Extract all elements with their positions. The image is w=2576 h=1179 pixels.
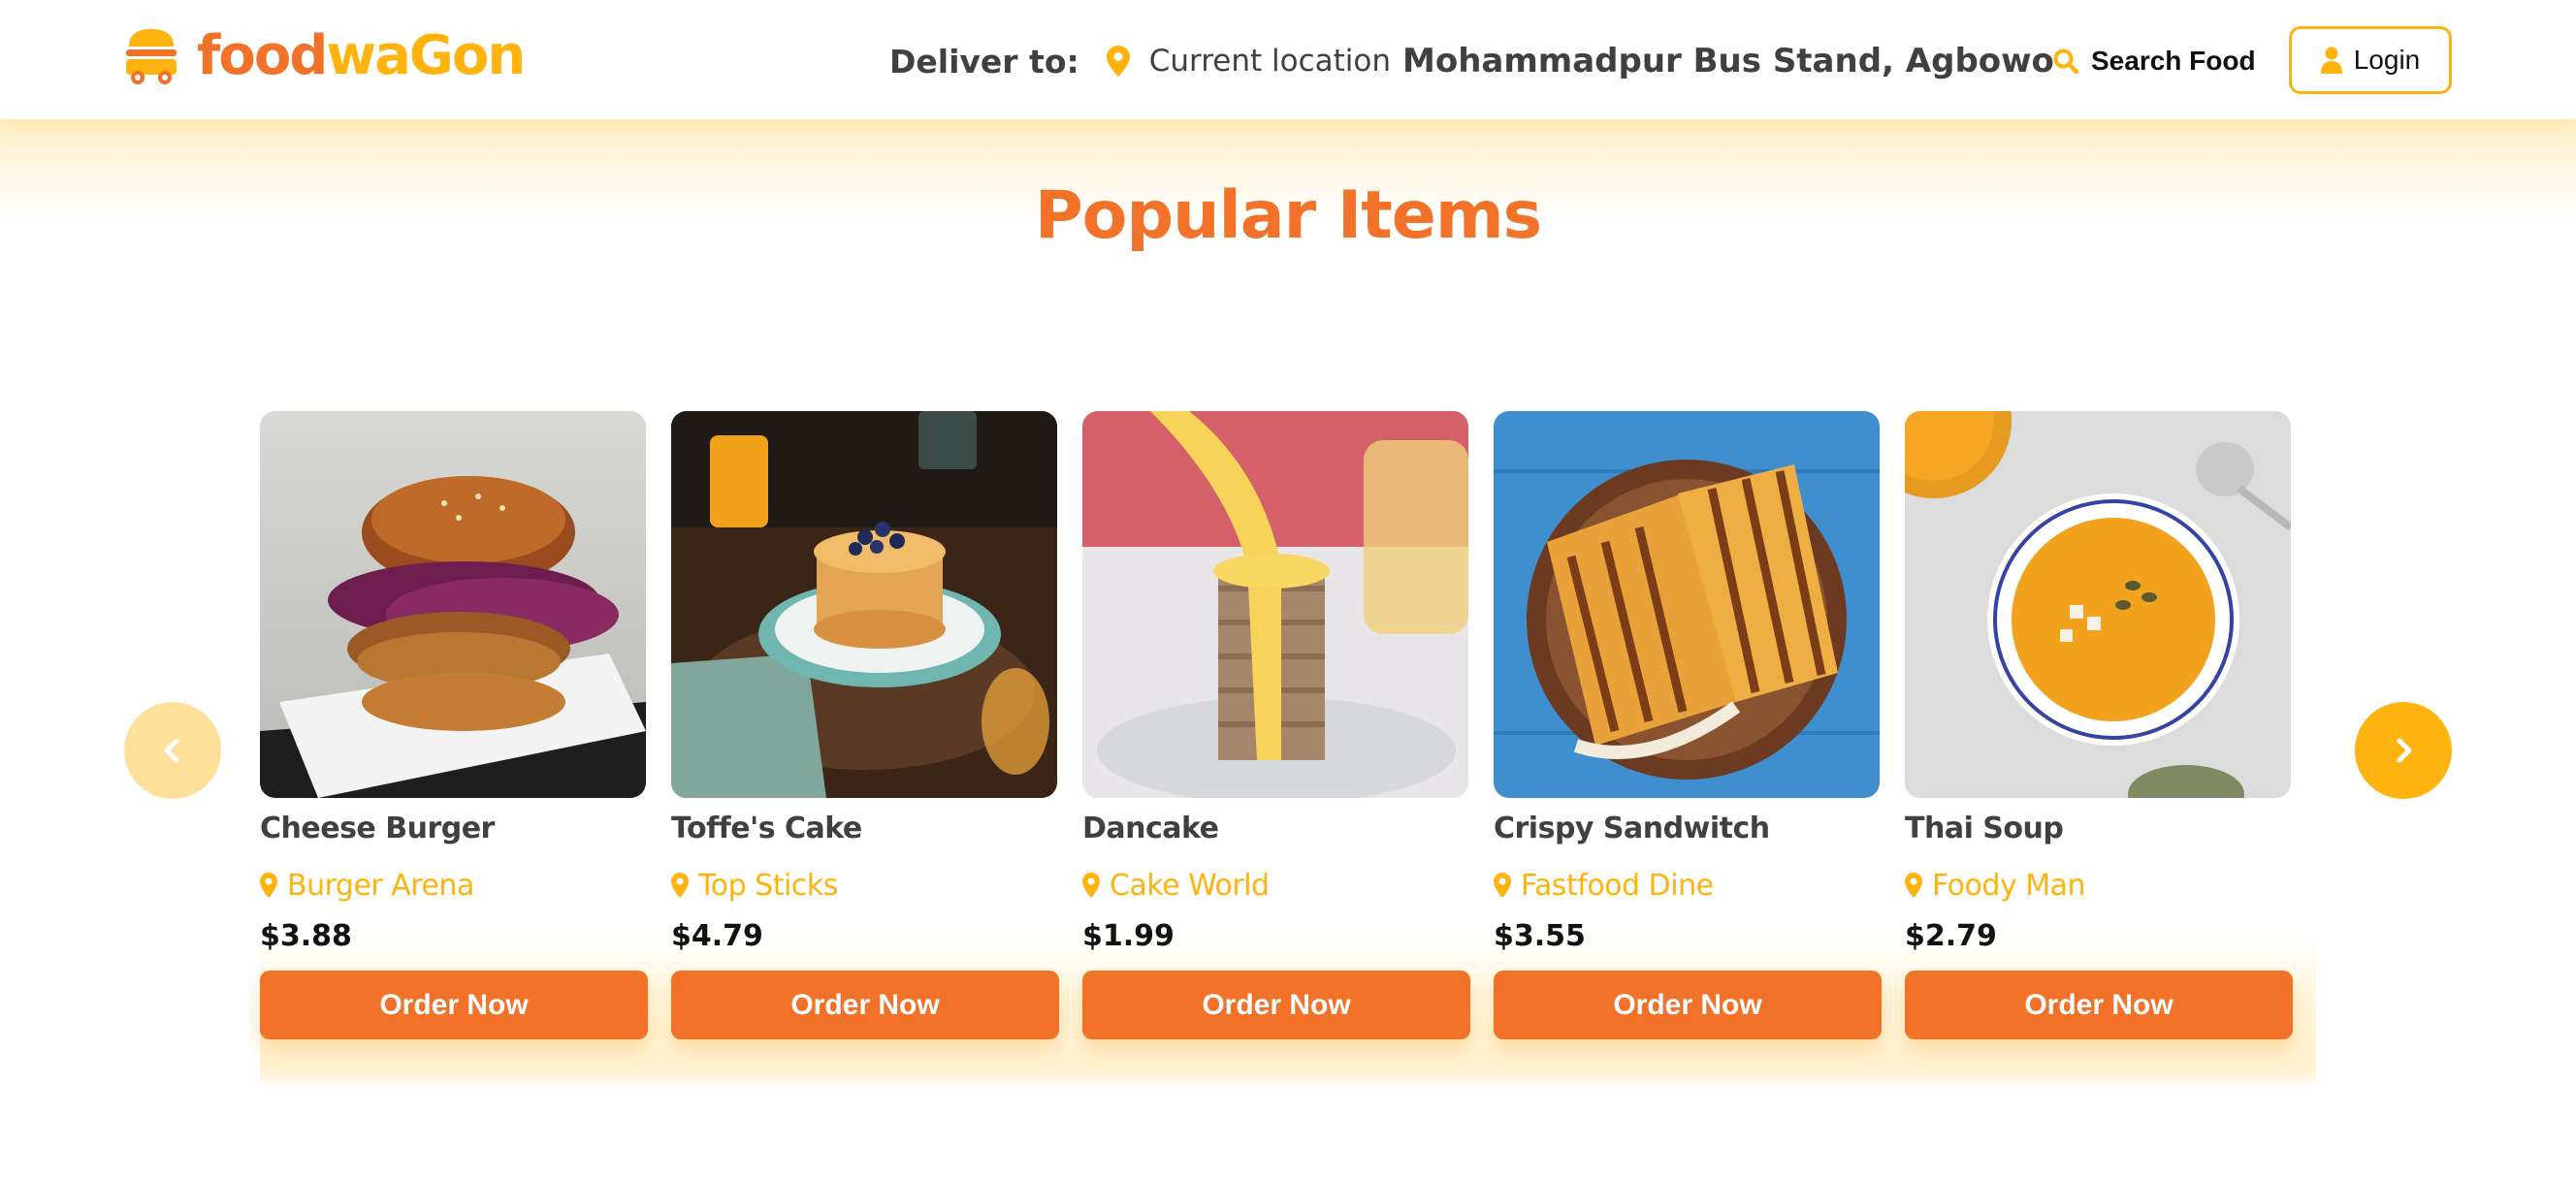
login-label: Login <box>2353 45 2421 75</box>
order-now-button[interactable]: Order Now <box>1082 971 1470 1039</box>
deliver-to-label: Deliver to: <box>889 42 1079 80</box>
brand-logo[interactable]: foodwaGon <box>123 25 526 87</box>
location-pin-icon <box>1494 873 1511 898</box>
order-now-label: Order Now <box>790 988 940 1021</box>
delivery-location: Deliver to: Current location Mohammadpur… <box>889 37 2054 85</box>
food-name: Cheese Burger <box>260 812 495 845</box>
food-price: $2.79 <box>1905 919 1997 953</box>
food-price: $3.55 <box>1494 919 1586 953</box>
search-food-button[interactable]: Search Food <box>2052 39 2256 83</box>
brand-name-part1: food <box>197 24 328 87</box>
order-now-label: Order Now <box>1613 988 1762 1021</box>
location-pin-icon <box>1905 873 1922 898</box>
food-price: $4.79 <box>671 919 763 953</box>
current-location-link[interactable]: Current location <box>1149 44 1391 79</box>
food-name: Dancake <box>1082 812 1219 845</box>
food-truck-icon <box>126 29 177 84</box>
restaurant-link[interactable]: Fastfood Dine <box>1494 866 1882 905</box>
order-now-button[interactable]: Order Now <box>671 971 1059 1039</box>
page-title: Popular Items <box>1034 177 1542 254</box>
food-image-dancake[interactable] <box>1082 411 1468 798</box>
food-price: $1.99 <box>1082 919 1175 953</box>
food-card: Crispy Sandwitch Fastfood Dine $3.55 Ord… <box>1494 411 1882 1039</box>
food-image-crispy-sandwitch[interactable] <box>1494 411 1880 798</box>
order-now-button[interactable]: Order Now <box>1905 971 2293 1039</box>
restaurant-name: Fastfood Dine <box>1521 868 1714 903</box>
order-now-button[interactable]: Order Now <box>260 971 648 1039</box>
food-price: $3.88 <box>260 919 352 953</box>
restaurant-name: Top Sticks <box>698 868 838 903</box>
delivery-address: Mohammadpur Bus Stand, Agbowo <box>1402 42 2054 80</box>
search-food-label: Search Food <box>2091 46 2256 76</box>
dancake-photo <box>1082 411 1468 798</box>
restaurant-link[interactable]: Top Sticks <box>671 866 1059 905</box>
order-now-label: Order Now <box>2024 988 2174 1021</box>
food-card: Toffe's Cake Top Sticks $4.79 Order Now <box>671 411 1059 1039</box>
login-button[interactable]: Login <box>2289 26 2452 94</box>
food-image-toffes-cake[interactable] <box>671 411 1057 798</box>
food-card: Cheese Burger Burger Arena $3.88 Order N… <box>260 411 648 1039</box>
chevron-right-icon <box>2397 738 2412 763</box>
restaurant-name: Cake World <box>1110 868 1270 903</box>
brand-name: foodwaGon <box>197 29 526 83</box>
location-pin-icon <box>260 873 277 898</box>
food-name: Toffe's Cake <box>671 812 862 845</box>
brand-name-part2: waGon <box>326 24 526 87</box>
order-now-label: Order Now <box>1202 988 1351 1021</box>
search-icon <box>2053 48 2079 75</box>
sandwich-photo <box>1494 411 1880 798</box>
restaurant-name: Foody Man <box>1932 868 2086 903</box>
user-icon <box>2320 47 2342 74</box>
food-card: Dancake Cake World $1.99 Order Now <box>1082 411 1470 1039</box>
restaurant-link[interactable]: Cake World <box>1082 866 1470 905</box>
pancake-stack-photo <box>671 411 1057 798</box>
food-image-cheese-burger[interactable] <box>260 411 646 798</box>
top-navbar: foodwaGon Deliver to: Current location M… <box>0 0 2576 119</box>
food-name: Crispy Sandwitch <box>1494 812 1770 845</box>
location-pin-icon <box>1106 46 1130 77</box>
carousel-prev-button[interactable] <box>124 702 221 799</box>
food-card: Thai Soup Foody Man $2.79 Order Now <box>1905 411 2293 1039</box>
order-now-label: Order Now <box>379 988 529 1021</box>
chevron-left-icon <box>164 738 179 763</box>
food-image-thai-soup[interactable] <box>1905 411 2291 798</box>
food-name: Thai Soup <box>1905 812 2064 845</box>
cheese-burger-photo <box>260 411 646 798</box>
soup-photo <box>1905 411 2291 798</box>
order-now-button[interactable]: Order Now <box>1494 971 1882 1039</box>
location-pin-icon <box>671 873 689 898</box>
restaurant-link[interactable]: Foody Man <box>1905 866 2293 905</box>
restaurant-name: Burger Arena <box>287 868 474 903</box>
location-pin-icon <box>1082 873 1100 898</box>
carousel-next-button[interactable] <box>2355 702 2452 799</box>
restaurant-link[interactable]: Burger Arena <box>260 866 648 905</box>
